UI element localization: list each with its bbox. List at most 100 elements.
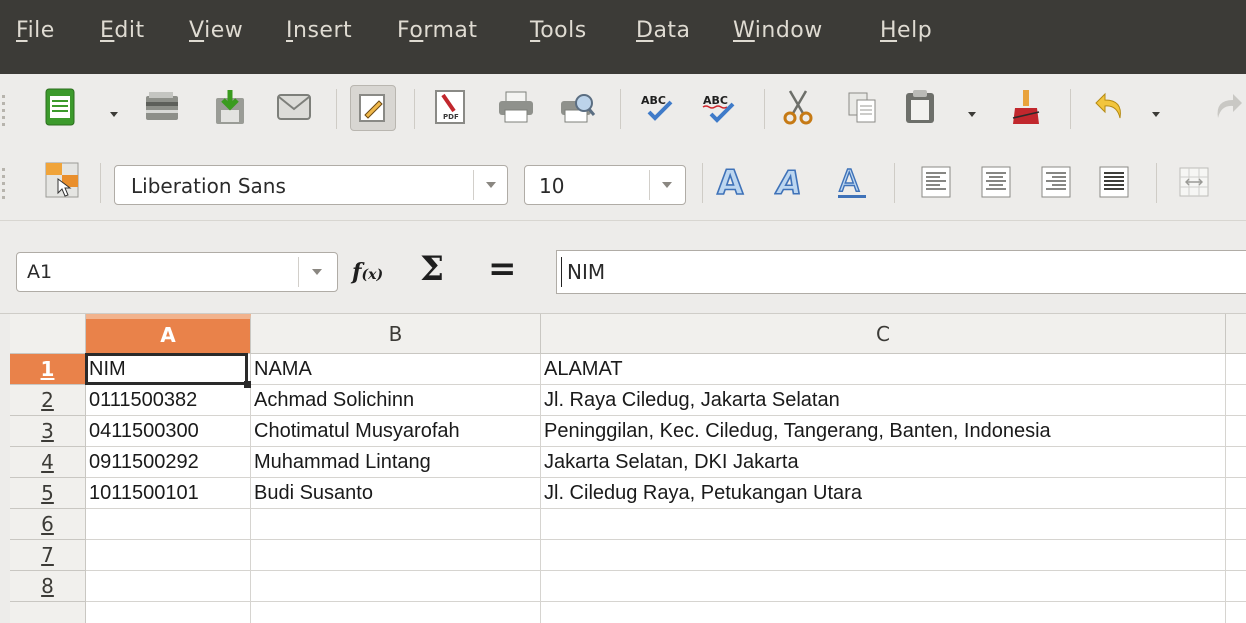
cell-c7[interactable]	[541, 540, 1226, 571]
undo-icon[interactable]	[1088, 85, 1132, 129]
copy-icon[interactable]	[840, 85, 884, 129]
print-preview-icon[interactable]	[556, 85, 600, 129]
row-header-2[interactable]: 2	[10, 385, 86, 416]
cell-a6[interactable]	[86, 509, 251, 540]
toolbar-grip[interactable]	[0, 164, 8, 204]
name-box[interactable]: A1	[16, 252, 338, 292]
cell-a1[interactable]: NIM	[86, 354, 251, 385]
row-header-5[interactable]: 5	[10, 478, 86, 509]
menu-help[interactable]: Help	[880, 18, 932, 43]
autofill-handle[interactable]	[244, 381, 251, 388]
menu-format[interactable]: Format	[397, 18, 478, 43]
sum-icon[interactable]: Σ	[420, 249, 444, 289]
cell-c8[interactable]	[541, 571, 1226, 602]
cell-b1[interactable]: NAMA	[251, 354, 541, 385]
cell-a5[interactable]: 1011500101	[86, 478, 251, 509]
cell-d1[interactable]	[1226, 354, 1246, 385]
cell-c5[interactable]: Jl. Ciledug Raya, Petukangan Utara	[541, 478, 1226, 509]
styles-formatting-icon[interactable]	[40, 158, 84, 202]
new-dropdown-icon[interactable]	[110, 112, 118, 117]
open-folder-icon[interactable]	[140, 85, 184, 129]
font-name-combo[interactable]: Liberation Sans	[114, 165, 508, 205]
align-right-icon[interactable]	[1034, 160, 1078, 204]
menu-file[interactable]: File	[16, 18, 55, 43]
column-header-d[interactable]	[1226, 314, 1246, 354]
column-header-a[interactable]: A	[86, 314, 251, 354]
cell-c6[interactable]	[541, 509, 1226, 540]
merge-cells-icon[interactable]	[1172, 160, 1216, 204]
cell-d6[interactable]	[1226, 509, 1246, 540]
cell-b3[interactable]: Chotimatul Musyarofah	[251, 416, 541, 447]
row-header-9[interactable]	[10, 602, 86, 623]
column-header-c[interactable]: C	[541, 314, 1226, 354]
cell-d5[interactable]	[1226, 478, 1246, 509]
formula-input[interactable]: NIM	[556, 250, 1246, 294]
menu-view[interactable]: View	[189, 18, 243, 43]
bold-icon[interactable]: A	[710, 160, 754, 204]
cell-a2[interactable]: 0111500382	[86, 385, 251, 416]
cell-a8[interactable]	[86, 571, 251, 602]
undo-dropdown-icon[interactable]	[1152, 112, 1160, 117]
row-header-6[interactable]: 6	[10, 509, 86, 540]
row-header-1[interactable]: 1	[10, 354, 86, 385]
align-left-icon[interactable]	[914, 160, 958, 204]
redo-icon[interactable]	[1206, 85, 1246, 129]
save-icon[interactable]	[208, 85, 252, 129]
cell-b9[interactable]	[251, 602, 541, 623]
cell-b2[interactable]: Achmad Solichinn	[251, 385, 541, 416]
row-header-7[interactable]: 7	[10, 540, 86, 571]
name-box-dropdown-icon[interactable]	[298, 257, 335, 287]
function-wizard-icon[interactable]: f(x)	[352, 259, 383, 285]
spellcheck-icon[interactable]: ABC	[636, 85, 680, 129]
cell-b6[interactable]	[251, 509, 541, 540]
paste-dropdown-icon[interactable]	[968, 112, 976, 117]
cell-a3[interactable]: 0411500300	[86, 416, 251, 447]
cell-b7[interactable]	[251, 540, 541, 571]
menu-data[interactable]: Data	[636, 18, 691, 43]
cell-d4[interactable]	[1226, 447, 1246, 478]
cell-a4[interactable]: 0911500292	[86, 447, 251, 478]
clone-formatting-icon[interactable]	[1004, 85, 1048, 129]
row-header-4[interactable]: 4	[10, 447, 86, 478]
print-icon[interactable]	[494, 85, 538, 129]
justify-icon[interactable]	[1092, 160, 1136, 204]
cell-a9[interactable]	[86, 602, 251, 623]
grid-left-margin	[0, 314, 10, 623]
new-spreadsheet-icon[interactable]	[38, 85, 82, 129]
export-pdf-icon[interactable]: PDF	[428, 85, 472, 129]
cell-c9[interactable]	[541, 602, 1226, 623]
column-header-b[interactable]: B	[251, 314, 541, 354]
cell-c3[interactable]: Peninggilan, Kec. Ciledug, Tangerang, Ba…	[541, 416, 1226, 447]
autospellcheck-icon[interactable]: ABC	[698, 85, 742, 129]
toolbar-grip[interactable]	[0, 91, 8, 131]
edit-file-icon[interactable]	[350, 85, 396, 131]
paste-icon[interactable]	[898, 85, 942, 129]
function-icon[interactable]: =	[488, 249, 517, 289]
cell-c4[interactable]: Jakarta Selatan, DKI Jakarta	[541, 447, 1226, 478]
font-size-dropdown-icon[interactable]	[649, 170, 684, 200]
cell-d8[interactable]	[1226, 571, 1246, 602]
underline-icon[interactable]: A	[830, 160, 874, 204]
menu-insert[interactable]: Insert	[286, 18, 352, 43]
cell-d7[interactable]	[1226, 540, 1246, 571]
row-header-8[interactable]: 8	[10, 571, 86, 602]
cell-c2[interactable]: Jl. Raya Ciledug, Jakarta Selatan	[541, 385, 1226, 416]
email-icon[interactable]	[272, 85, 316, 129]
cell-b4[interactable]: Muhammad Lintang	[251, 447, 541, 478]
cell-d3[interactable]	[1226, 416, 1246, 447]
font-name-dropdown-icon[interactable]	[473, 170, 508, 200]
cell-a7[interactable]	[86, 540, 251, 571]
menu-window[interactable]: Window	[733, 18, 823, 43]
menu-tools[interactable]: Tools	[530, 18, 587, 43]
menu-edit[interactable]: Edit	[100, 18, 145, 43]
italic-icon[interactable]: A	[770, 160, 814, 204]
cut-icon[interactable]	[776, 85, 820, 129]
row-header-3[interactable]: 3	[10, 416, 86, 447]
font-size-combo[interactable]: 10	[524, 165, 686, 205]
cell-b5[interactable]: Budi Susanto	[251, 478, 541, 509]
cell-c1[interactable]: ALAMAT	[541, 354, 1226, 385]
cell-b8[interactable]	[251, 571, 541, 602]
cell-d2[interactable]	[1226, 385, 1246, 416]
align-center-icon[interactable]	[974, 160, 1018, 204]
select-all-corner[interactable]	[10, 314, 86, 354]
